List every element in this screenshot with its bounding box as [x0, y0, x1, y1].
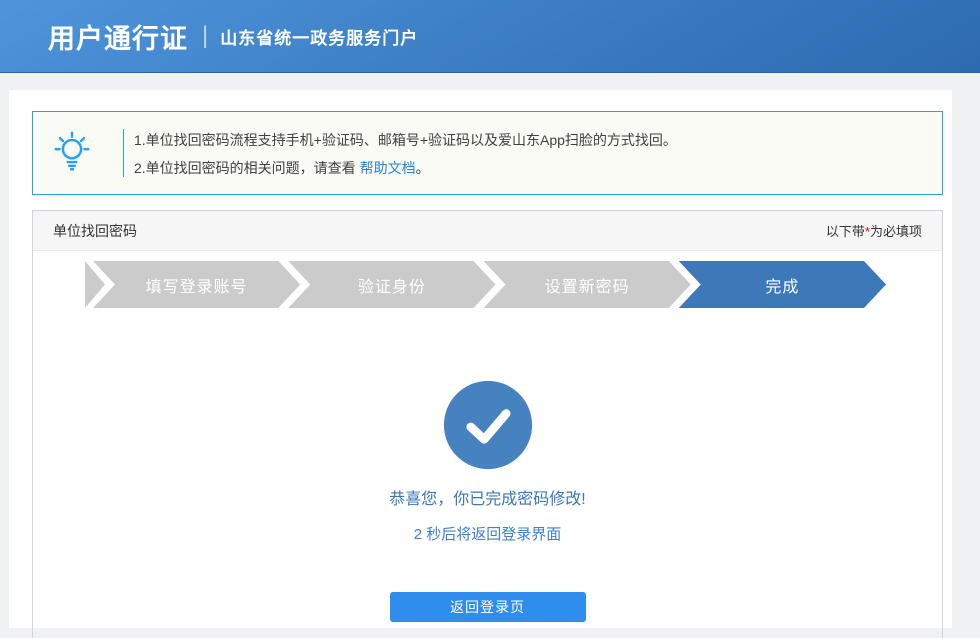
redirect-countdown: 2 秒后将返回登录界面 [33, 523, 942, 544]
success-message: 恭喜您，你已完成密码修改! [33, 485, 942, 509]
step-verify-identity: 验证身份 [288, 261, 495, 308]
step-label: 验证身份 [358, 273, 426, 297]
tip-box: 1.单位找回密码流程支持手机+验证码、邮箱号+验证码以及爱山东App扫脸的方式找… [32, 111, 943, 195]
tip-line-2-suffix: 。 [416, 160, 430, 176]
step-complete: 完成 [679, 261, 886, 308]
header-divider: | [202, 22, 208, 50]
tip-line-1: 1.单位找回密码流程支持手机+验证码、邮箱号+验证码以及爱山东App扫脸的方式找… [134, 126, 926, 154]
step-label: 设置新密码 [545, 273, 630, 297]
back-to-login-button[interactable]: 返回登录页 [390, 592, 586, 622]
page: 用户通行证 | 山东省统一政务服务门户 1.单位找回密码流程支持手机+验证码、邮… [0, 0, 980, 638]
tip-divider [123, 129, 124, 177]
lightbulb-icon [49, 129, 95, 175]
tip-text: 1.单位找回密码流程支持手机+验证码、邮箱号+验证码以及爱山东App扫脸的方式找… [134, 126, 926, 182]
checkmark-circle-icon [442, 458, 534, 475]
tip-line-2: 2.单位找回密码的相关问题，请查看 帮助文档。 [134, 154, 926, 182]
success-area [33, 379, 942, 476]
app-title: 用户通行证 [48, 17, 188, 56]
help-doc-link[interactable]: 帮助文档 [360, 160, 416, 176]
step-label: 完成 [765, 273, 799, 297]
step-fill-account: 填写登录账号 [93, 261, 300, 308]
app-header: 用户通行证 | 山东省统一政务服务门户 [0, 0, 980, 73]
required-note-suffix: 为必填项 [870, 224, 922, 239]
tip-line-2-prefix: 2.单位找回密码的相关问题，请查看 [134, 160, 360, 176]
step-set-new-password: 设置新密码 [484, 261, 691, 308]
required-note: 以下带*为必填项 [826, 221, 922, 240]
panel-header: 单位找回密码 以下带*为必填项 [33, 211, 942, 251]
panel-title: 单位找回密码 [53, 221, 137, 241]
portal-subtitle: 山东省统一政务服务门户 [220, 24, 418, 49]
password-recovery-panel: 单位找回密码 以下带*为必填项 填写登录账号 验证身份 设置新密码 完成 恭喜您… [32, 210, 943, 638]
required-note-prefix: 以下带 [826, 224, 865, 239]
step-progress-bar: 填写登录账号 验证身份 设置新密码 完成 [85, 261, 886, 308]
step-label: 填写登录账号 [146, 273, 248, 297]
